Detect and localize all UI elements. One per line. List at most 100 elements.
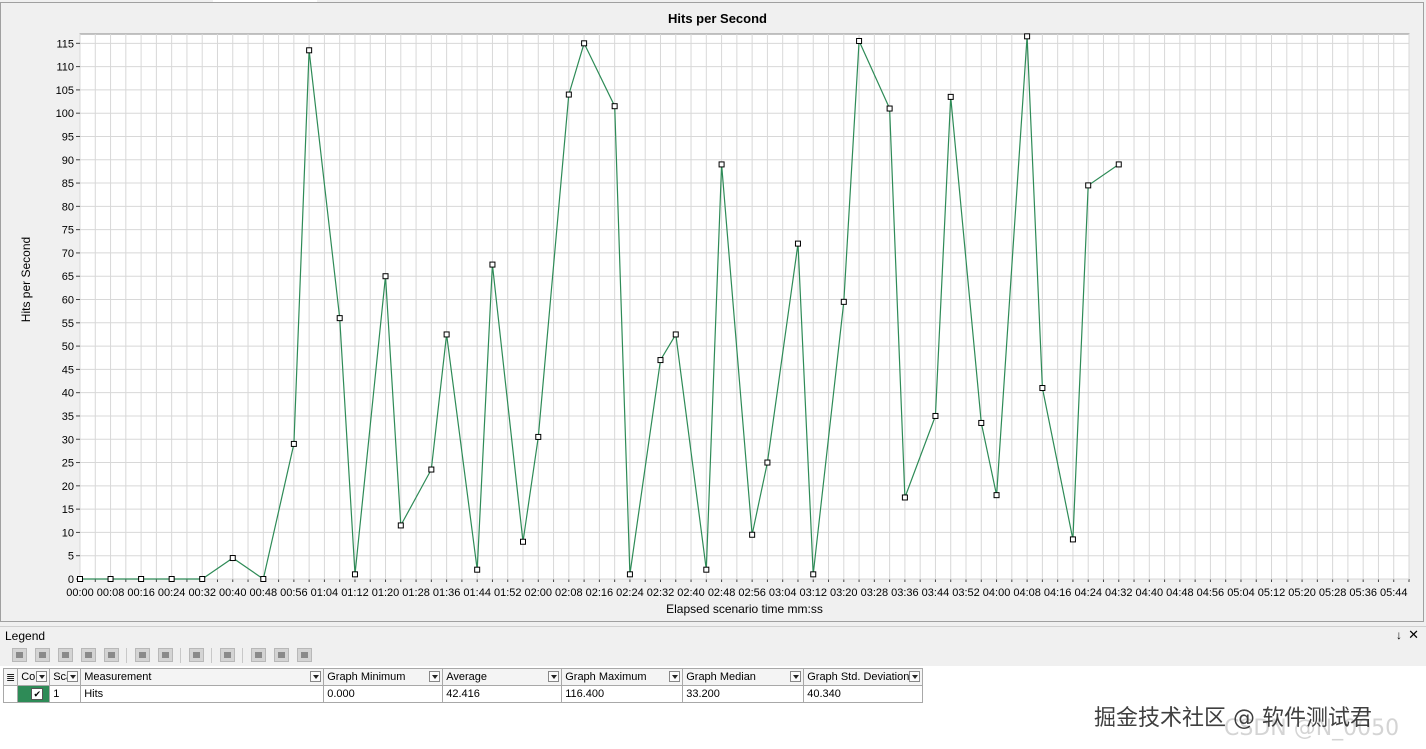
data-point — [290, 440, 297, 447]
column-header-measurement[interactable]: Measurement — [80, 668, 325, 686]
x-tick-label: 00:40 — [219, 587, 247, 599]
x-tick-label: 00:56 — [280, 587, 308, 599]
data-point — [947, 93, 954, 100]
y-tick-label: 110 — [56, 62, 74, 74]
data-point — [581, 40, 588, 47]
x-tick-label: 01:04 — [311, 587, 339, 599]
y-tick-label: 5 — [68, 551, 74, 563]
x-tick-label: 00:16 — [127, 587, 155, 599]
move-down-icon[interactable] — [158, 648, 173, 662]
x-tick-label: 01:44 — [463, 587, 491, 599]
x-tick-label: 03:36 — [891, 587, 919, 599]
data-point — [794, 240, 801, 247]
data-point — [77, 576, 83, 582]
y-tick-label: 20 — [62, 481, 74, 493]
dropdown-icon[interactable] — [669, 671, 681, 682]
close-icon[interactable]: ✕ — [1408, 627, 1419, 643]
x-tick-label: 04:48 — [1166, 587, 1194, 599]
series-color-swatch[interactable]: ✔ — [17, 685, 51, 703]
x-tick-label: 01:52 — [494, 587, 522, 599]
copy-icon[interactable] — [274, 648, 289, 662]
y-tick-label: 45 — [62, 364, 74, 376]
hits-per-second-chart: 0 5 10 15 20 25 30 35 40 45 50 55 60 65 70 75 80 85 90 95 10… — [19, 11, 1410, 616]
column-header-label: Average — [446, 671, 487, 683]
data-point — [168, 576, 175, 582]
y-tick-label: 100 — [56, 108, 74, 120]
y-tick-label: 50 — [62, 341, 74, 353]
y-tick-label: 40 — [62, 388, 74, 400]
y-tick-label: 55 — [62, 318, 74, 330]
x-tick-label: 03:28 — [861, 587, 889, 599]
data-point — [351, 571, 358, 578]
pin-icon[interactable]: ↓ — [1396, 628, 1402, 642]
data-point — [336, 315, 343, 322]
save-icon[interactable] — [297, 648, 312, 662]
dropdown-icon[interactable] — [67, 671, 79, 682]
x-tick-label: 03:44 — [922, 587, 950, 599]
toolbar-separator — [180, 648, 181, 663]
y-tick-label: 0 — [68, 574, 74, 586]
toolbar-separator — [242, 648, 243, 663]
dropdown-icon[interactable] — [429, 671, 441, 682]
legend-table: ≣ Col Sca Measurement Graph Minimum Aver… — [2, 668, 924, 703]
x-tick-label: 04:32 — [1105, 587, 1133, 599]
y-tick-label: 60 — [62, 295, 74, 307]
graph-median-value: 33.200 — [682, 685, 805, 703]
toolbar-separator — [126, 648, 127, 663]
y-tick-label: 90 — [62, 155, 74, 167]
series-visible-checkbox[interactable]: ✔ — [31, 688, 44, 700]
show-selected-icon[interactable] — [58, 648, 73, 662]
data-point — [229, 555, 236, 562]
column-header-graph-std-deviation[interactable]: Graph Std. Deviation — [803, 668, 924, 686]
chart-title: Hits per Second — [668, 11, 767, 26]
filter-icon[interactable] — [104, 648, 119, 662]
column-header-graph-maximum[interactable]: Graph Maximum — [561, 668, 684, 686]
x-tick-label: 02:08 — [555, 587, 583, 599]
show-all-icon[interactable] — [12, 648, 27, 662]
legend-title: Legend — [5, 629, 46, 643]
x-tick-label: 02:32 — [647, 587, 675, 599]
column-header-average[interactable]: Average — [442, 668, 563, 686]
graph-minimum-value: 0.000 — [323, 685, 444, 703]
x-tick-label: 04:24 — [1074, 587, 1102, 599]
x-tick-label: 04:00 — [983, 587, 1011, 599]
x-tick-label: 00:32 — [188, 587, 216, 599]
export-icon[interactable] — [251, 648, 266, 662]
x-tick-label: 05:20 — [1288, 587, 1316, 599]
x-tick-label: 02:16 — [586, 587, 614, 599]
row-selector[interactable] — [2, 685, 19, 703]
measurement-value: Hits — [80, 685, 325, 703]
x-tick-label: 04:16 — [1044, 587, 1072, 599]
column-header-graph-median[interactable]: Graph Median — [682, 668, 805, 686]
dropdown-icon[interactable] — [36, 671, 48, 682]
configure-icon[interactable] — [189, 648, 204, 662]
row-selector-icon[interactable]: ≣ — [2, 668, 19, 686]
link-icon[interactable] — [81, 648, 96, 662]
x-tick-label: 05:04 — [1227, 587, 1255, 599]
graph-std-deviation-value: 40.340 — [803, 685, 924, 703]
data-point — [535, 433, 542, 440]
data-point — [764, 459, 771, 466]
data-point — [520, 538, 526, 545]
columns-icon[interactable] — [220, 648, 235, 662]
dropdown-icon[interactable] — [909, 671, 921, 682]
data-point — [397, 522, 404, 529]
data-point — [1039, 385, 1046, 392]
dropdown-icon[interactable] — [790, 671, 802, 682]
x-tick-label: 01:20 — [372, 587, 400, 599]
data-point — [856, 37, 863, 44]
column-header-label: Graph Maximum — [565, 671, 647, 683]
legend-row-hits[interactable]: ✔ 1 Hits 0.000 42.416 116.400 33.200 40.… — [2, 685, 924, 703]
dropdown-icon[interactable] — [310, 671, 322, 682]
data-point — [565, 91, 572, 98]
column-header-label: Measurement — [84, 671, 152, 683]
x-tick-label: 02:24 — [616, 587, 644, 599]
data-point — [749, 531, 756, 538]
dropdown-icon[interactable] — [548, 671, 560, 682]
hide-all-icon[interactable] — [35, 648, 50, 662]
column-header-graph-minimum[interactable]: Graph Minimum — [323, 668, 444, 686]
column-header-color[interactable]: Col — [17, 668, 51, 686]
move-up-icon[interactable] — [135, 648, 150, 662]
column-header-scale[interactable]: Sca — [49, 668, 82, 686]
y-tick-label: 95 — [62, 131, 74, 143]
